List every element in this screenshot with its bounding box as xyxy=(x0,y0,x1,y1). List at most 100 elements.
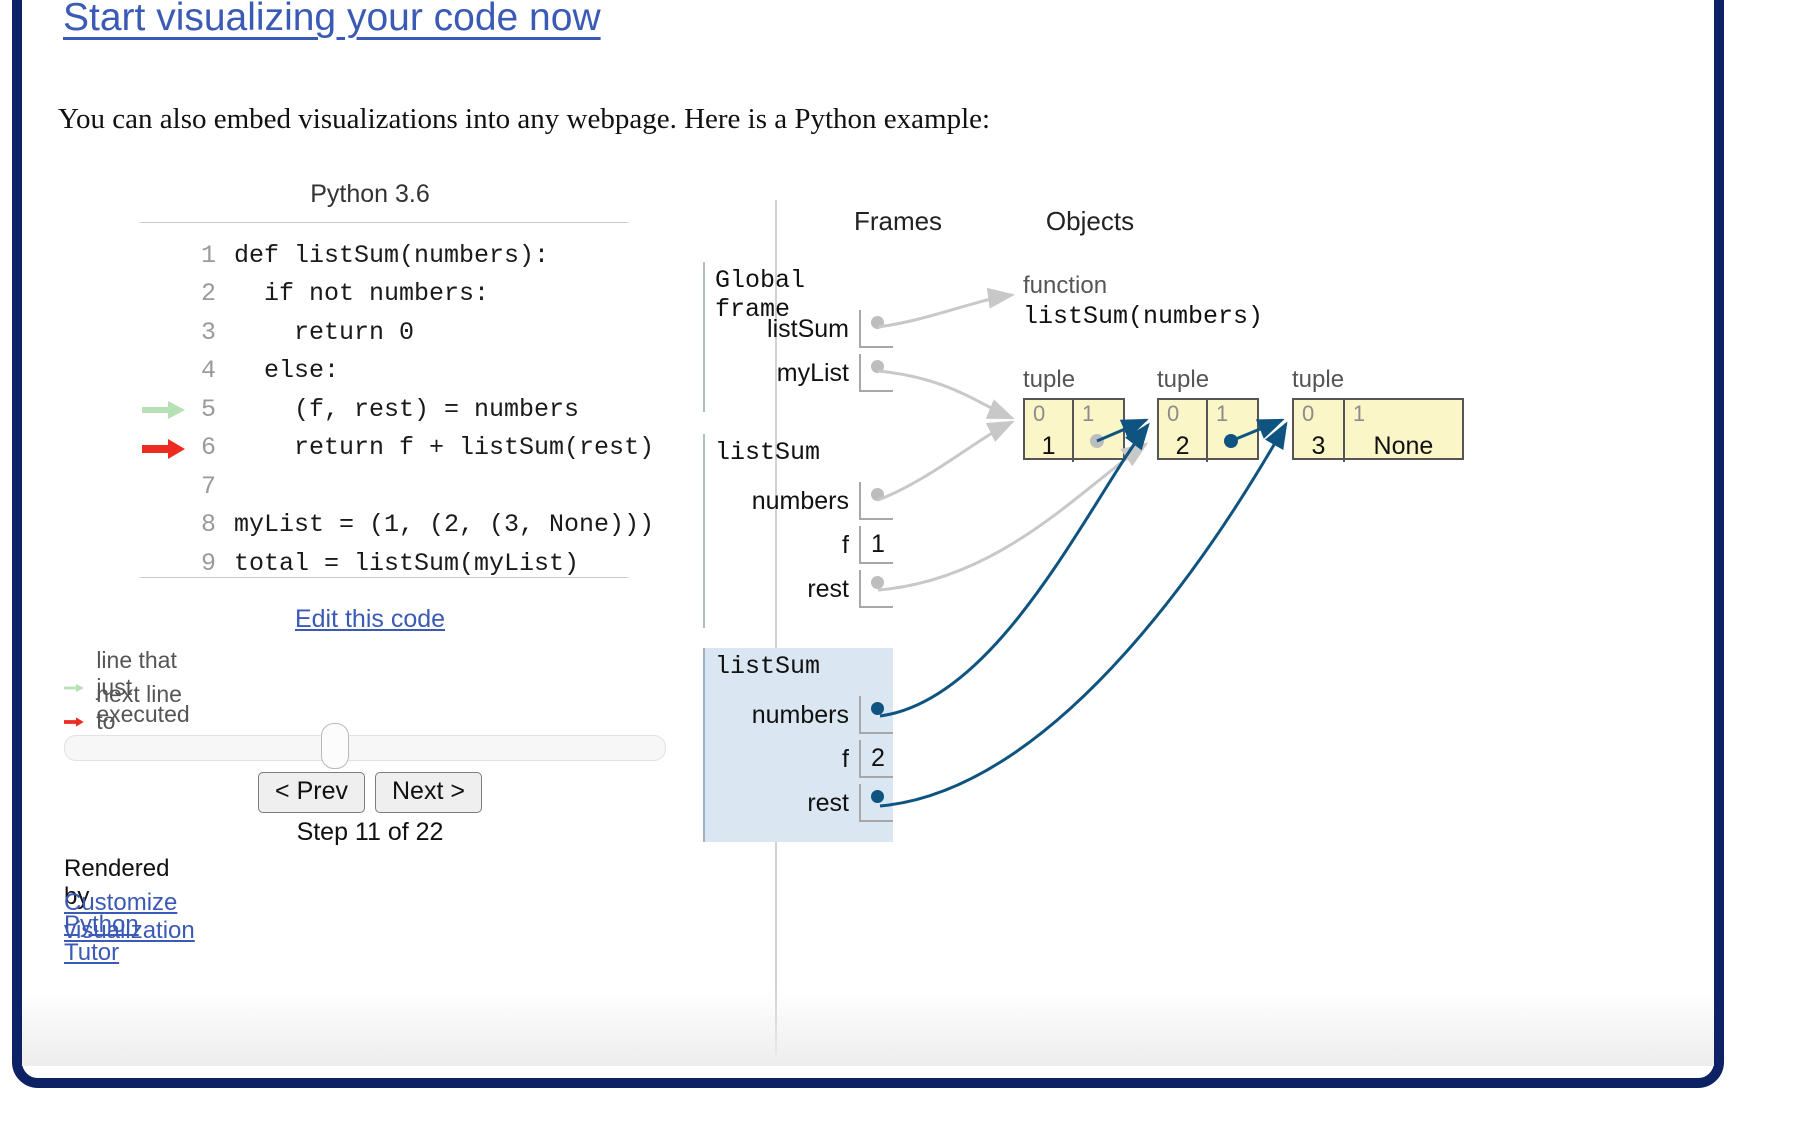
frame-var-row: numbers xyxy=(703,696,893,734)
line-marker-slot xyxy=(140,352,190,391)
customize-visualization-link[interactable]: Customize visualization xyxy=(64,889,195,945)
frame-var-row: f 2 xyxy=(703,740,893,778)
python-version-label: Python 3.6 xyxy=(110,180,630,209)
tuple-index: 0 xyxy=(1302,401,1314,427)
line-code: myList = (1, (2, (3, None))) xyxy=(234,510,654,539)
frame-var-row: numbers xyxy=(703,482,893,520)
pointer-dot-icon xyxy=(871,316,884,329)
var-name: rest xyxy=(807,575,849,604)
tuple-index: 1 xyxy=(1216,401,1228,427)
line-number: 5 xyxy=(190,395,216,424)
objects-column-heading: Objects xyxy=(1000,206,1180,237)
var-name: f xyxy=(842,745,849,774)
start-visualizing-link[interactable]: Start visualizing your code now xyxy=(63,0,601,40)
var-name: f xyxy=(842,531,849,560)
frame-var-row: rest xyxy=(703,784,893,822)
frame-var-row: listSum xyxy=(703,310,893,348)
line-marker-slot xyxy=(140,429,190,468)
line-marker-slot xyxy=(140,506,190,545)
tuple-value: 3 xyxy=(1294,432,1343,461)
code-line-row: 6 return f + listSum(rest) xyxy=(140,429,654,468)
line-number: 3 xyxy=(190,318,216,347)
code-listing: 1 def listSum(numbers): 2 if not numbers… xyxy=(140,236,654,583)
tuple-cell: 0 1 xyxy=(1025,400,1074,462)
tuple-index: 1 xyxy=(1353,401,1365,427)
code-top-divider xyxy=(140,222,628,223)
var-value xyxy=(859,482,893,520)
tuple-cell: 1 xyxy=(1074,400,1123,462)
code-line-row: 7 xyxy=(140,467,654,506)
tuple-index: 1 xyxy=(1082,401,1094,427)
code-bottom-divider xyxy=(140,577,628,578)
step-counter: Step 11 of 22 xyxy=(110,818,630,847)
prev-button[interactable]: < Prev xyxy=(258,772,365,813)
var-value xyxy=(859,570,893,608)
tuple-index: 0 xyxy=(1033,401,1045,427)
code-line-row: 8 myList = (1, (2, (3, None))) xyxy=(140,506,654,545)
tuple-cell: 1 None xyxy=(1345,400,1462,462)
line-marker-slot xyxy=(140,236,190,275)
tuple-cell: 0 2 xyxy=(1159,400,1208,462)
step-buttons: < Prev Next > xyxy=(110,772,630,813)
var-value xyxy=(859,354,893,392)
pointer-dot-icon xyxy=(871,790,884,803)
line-marker-slot xyxy=(140,275,190,314)
code-line-row: 3 return 0 xyxy=(140,313,654,352)
frame-title: listSum xyxy=(715,652,820,681)
slider-thumb[interactable] xyxy=(321,723,349,769)
pointer-dot-icon xyxy=(871,576,884,589)
pointer-dot-icon xyxy=(871,360,884,373)
tuple-value: 1 xyxy=(1025,432,1072,461)
intro-paragraph: You can also embed visualizations into a… xyxy=(58,103,990,136)
var-value xyxy=(859,696,893,734)
line-code: return 0 xyxy=(234,318,414,347)
line-code: if not numbers: xyxy=(234,279,489,308)
var-name: listSum xyxy=(767,315,849,344)
line-code: else: xyxy=(234,356,339,385)
code-line-row: 5 (f, rest) = numbers xyxy=(140,390,654,429)
var-name: numbers xyxy=(752,487,849,516)
frame-global: Global frame listSum myList xyxy=(703,262,893,412)
var-value xyxy=(859,784,893,822)
frame-title: listSum xyxy=(715,438,820,467)
line-number: 1 xyxy=(190,241,216,270)
frame-listsum-1: listSum numbers f 1 rest xyxy=(703,434,893,628)
tuple-cell: 0 3 xyxy=(1294,400,1345,462)
line-code: total = listSum(myList) xyxy=(234,549,579,578)
line-code: def listSum(numbers): xyxy=(234,241,549,270)
frame-var-row: rest xyxy=(703,570,893,608)
tuple-object-1: 0 1 1 xyxy=(1023,398,1125,460)
var-name: numbers xyxy=(752,701,849,730)
line-number: 8 xyxy=(190,510,216,539)
object-type-tuple: tuple xyxy=(1157,366,1209,394)
var-value xyxy=(859,310,893,348)
frames-column-heading: Frames xyxy=(808,206,988,237)
green-arrow-icon xyxy=(142,399,186,421)
code-line-row: 1 def listSum(numbers): xyxy=(140,236,654,275)
next-button[interactable]: Next > xyxy=(375,772,482,813)
tuple-object-3: 0 3 1 None xyxy=(1292,398,1464,460)
var-value: 2 xyxy=(859,740,893,778)
step-slider[interactable] xyxy=(64,735,666,761)
var-value: 1 xyxy=(859,526,893,564)
tuple-value: 2 xyxy=(1159,432,1206,461)
object-type-tuple: tuple xyxy=(1292,366,1344,394)
line-marker-slot xyxy=(140,390,190,429)
tuple-cell: 1 xyxy=(1208,400,1257,462)
var-name: myList xyxy=(777,359,849,388)
tuple-value: None xyxy=(1345,432,1462,461)
line-marker-slot xyxy=(140,467,190,506)
frame-var-row: f 1 xyxy=(703,526,893,564)
edit-this-code-link[interactable]: Edit this code xyxy=(110,605,630,634)
red-arrow-icon xyxy=(64,712,84,732)
python-tutor-embed-page: Start visualizing your code now You can … xyxy=(0,0,1800,1136)
code-line-row: 2 if not numbers: xyxy=(140,275,654,314)
pointer-dot-icon xyxy=(871,702,884,715)
frame-listsum-2-active: listSum numbers f 2 rest xyxy=(703,648,893,842)
line-number: 2 xyxy=(190,279,216,308)
line-number: 7 xyxy=(190,472,216,501)
line-code: return f + listSum(rest) xyxy=(234,433,654,462)
object-type-function: function xyxy=(1023,272,1107,300)
pointer-dot-icon xyxy=(871,488,884,501)
code-line-row: 4 else: xyxy=(140,352,654,391)
